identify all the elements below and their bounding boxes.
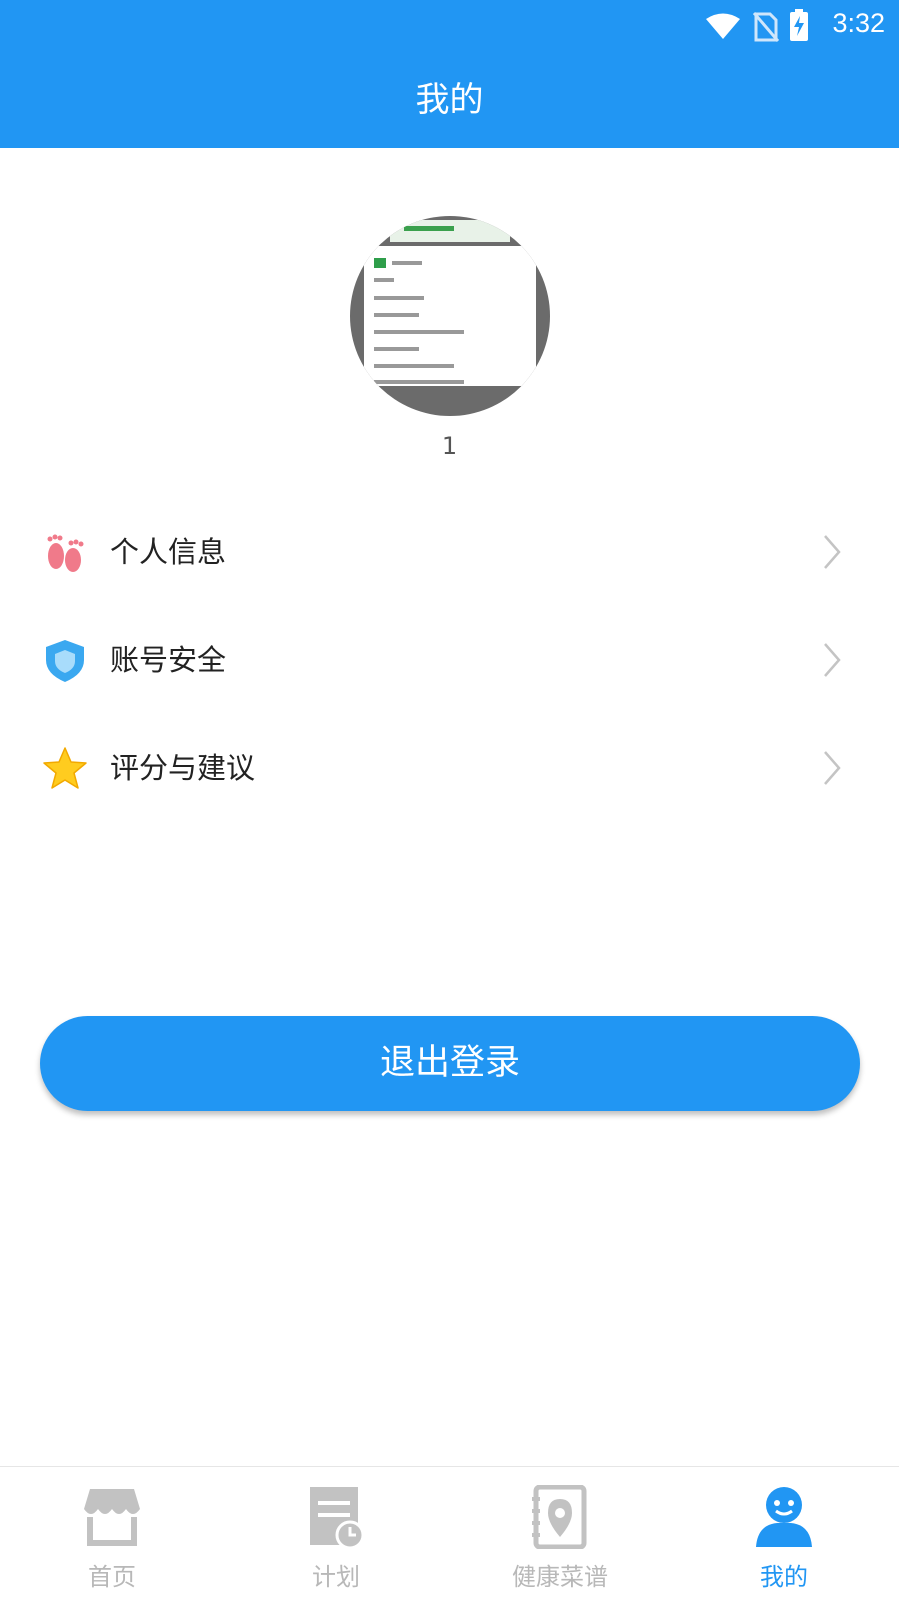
avatar-doc-line	[374, 296, 424, 300]
status-bar: 3:32	[0, 0, 899, 50]
footprints-icon	[47, 534, 84, 572]
avatar-doc-line	[374, 347, 419, 351]
bottom-tab-bar: 首页 计划 健康菜谱 我的	[0, 1466, 899, 1600]
app-bar: 3:32 我的	[0, 0, 899, 148]
tab-label: 健康菜谱	[512, 1563, 608, 1591]
avatar-doc-line	[374, 278, 394, 282]
avatar-strip-line	[404, 226, 454, 231]
username: 1	[441, 432, 458, 460]
menu-item-label: 评分与建议	[110, 751, 256, 785]
avatar-doc-line	[374, 330, 464, 334]
battery-charging-icon	[790, 9, 808, 41]
no-sim-icon	[753, 12, 779, 42]
tab-label: 我的	[760, 1563, 808, 1591]
person-icon	[756, 1487, 812, 1547]
tab-home[interactable]: 首页	[0, 1467, 224, 1600]
plan-clock-icon	[310, 1487, 365, 1549]
chevron-right-icon	[824, 535, 841, 569]
menu-item-label: 账号安全	[110, 643, 227, 677]
chevron-right-icon	[824, 643, 841, 677]
avatar-doc-line	[374, 364, 454, 368]
star-icon	[43, 747, 87, 789]
tab-recipes[interactable]: 健康菜谱	[448, 1467, 672, 1600]
menu-item-rating-feedback[interactable]: 评分与建议	[0, 728, 899, 808]
tab-mine[interactable]: 我的	[672, 1467, 896, 1600]
recipe-book-icon	[532, 1485, 587, 1549]
menu-item-personal-info[interactable]: 个人信息	[0, 512, 899, 592]
tab-label: 首页	[88, 1563, 136, 1591]
shield-icon	[46, 640, 84, 682]
status-time: 3:32	[832, 8, 885, 38]
menu-item-label: 个人信息	[110, 535, 227, 569]
store-icon	[84, 1489, 140, 1546]
logout-button[interactable]: 退出登录	[40, 1016, 860, 1111]
page-title: 我的	[415, 80, 484, 120]
tab-label: 计划	[312, 1563, 360, 1591]
avatar-document-image	[364, 246, 536, 386]
avatar[interactable]	[350, 216, 550, 416]
menu-item-account-security[interactable]: 账号安全	[0, 620, 899, 700]
avatar-doc-line	[374, 380, 464, 384]
tab-plan[interactable]: 计划	[224, 1467, 448, 1600]
wifi-icon	[706, 13, 740, 39]
chevron-right-icon	[824, 751, 841, 785]
avatar-doc-line	[392, 261, 422, 265]
avatar-doc-line	[374, 313, 419, 317]
avatar-header-strip	[390, 220, 510, 242]
avatar-doc-logo	[374, 258, 386, 268]
